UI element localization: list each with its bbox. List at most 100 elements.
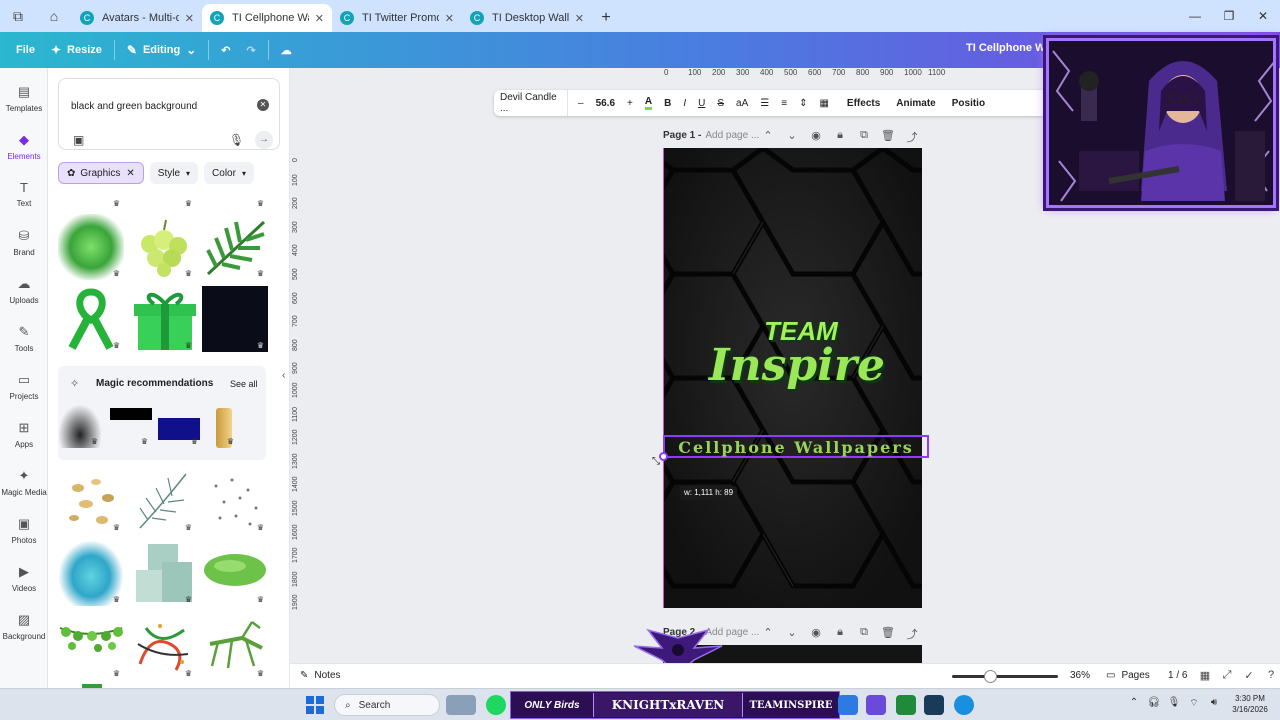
align-center-icon[interactable]: ☰	[754, 90, 775, 116]
papaya-graphic[interactable]: ♛	[202, 540, 268, 606]
graphics-chip[interactable]: ✿ Graphics ✕	[58, 162, 144, 184]
taskbar-search[interactable]: ⌕ Search	[334, 694, 440, 716]
duplicate-page-icon[interactable]: ⧉	[852, 626, 876, 642]
rail-item-text[interactable]: T Text	[0, 180, 48, 208]
style-chip[interactable]: Style ▾	[149, 162, 199, 184]
cloud-save-button[interactable]: ☁	[273, 36, 300, 64]
strikethrough-icon[interactable]: S	[711, 90, 730, 116]
palm-leaf-graphic[interactable]: ♛	[202, 214, 268, 280]
dark-texture-graphic[interactable]: ♛	[202, 286, 268, 352]
rail-item-brand[interactable]: ⛁ Brand	[0, 228, 48, 257]
resize-handle[interactable]	[659, 452, 668, 461]
chevron-down-icon[interactable]: ⌄	[780, 129, 804, 145]
mantis-graphic[interactable]: ♛	[202, 614, 268, 680]
page-1-canvas[interactable]: TEAM Inspire	[663, 148, 922, 608]
editing-mode-button[interactable]: ✎ Editing ⌄	[119, 36, 204, 64]
transparency-icon[interactable]: ▦	[813, 90, 834, 116]
rail-item-photos[interactable]: ▣ Photos	[0, 516, 48, 545]
rail-item-templates[interactable]: ▤ Templates	[0, 84, 48, 113]
bold-icon[interactable]: B	[658, 90, 677, 116]
redo-button[interactable]: ↷	[239, 36, 264, 64]
rail-item-apps[interactable]: ⊞ Apps	[0, 420, 48, 449]
browser-tab[interactable]: C TI Twitter Promo - ... ✕	[332, 4, 462, 32]
resize-button[interactable]: ✦ Resize	[43, 36, 110, 64]
browser-tab[interactable]: C Avatars - Multi-des... ✕	[72, 4, 202, 32]
text-color-icon[interactable]: A	[639, 90, 658, 116]
lock-icon[interactable]: 🔒︎	[828, 626, 852, 642]
zoom-value[interactable]: 36%	[1070, 670, 1090, 681]
dotted-sparkle-graphic[interactable]: ♛	[202, 468, 268, 534]
hide-page-icon[interactable]: ◉	[804, 626, 828, 642]
microphone-icon[interactable]: 🎙	[229, 133, 244, 147]
close-tab-icon[interactable]: ✕	[185, 12, 194, 25]
chevron-down-icon[interactable]: ⌄	[780, 626, 804, 642]
tab-actions-icon[interactable]: ⧉	[0, 0, 36, 32]
clear-search-icon[interactable]: ✕	[257, 99, 269, 111]
position-button[interactable]: Positio	[946, 90, 991, 116]
delete-page-icon[interactable]: 🗑︎	[876, 626, 900, 642]
widgets-icon[interactable]	[446, 695, 476, 715]
confetti-swirl-graphic[interactable]: ♛	[130, 614, 196, 680]
wifi-icon[interactable]: ⌔	[1184, 697, 1204, 710]
add-page-icon[interactable]: ⤴	[900, 626, 924, 642]
notes-button[interactable]: ✎ Notes	[300, 670, 341, 681]
steam-icon[interactable]	[924, 695, 944, 715]
italic-icon[interactable]: I	[677, 90, 692, 116]
rail-item-videos[interactable]: ▶ Videos	[0, 564, 48, 593]
hide-page-icon[interactable]: ◉	[804, 129, 828, 145]
animate-button[interactable]: Animate	[890, 90, 941, 116]
font-family-dropdown[interactable]: Devil Candle ...	[494, 90, 568, 116]
decrease-font-size-button[interactable]: –	[572, 90, 590, 116]
headset-icon[interactable]: 🎧︎	[1144, 697, 1164, 710]
graphic-result[interactable]: ♛	[202, 196, 268, 208]
ivy-garland-graphic[interactable]: ♛	[58, 614, 124, 680]
maximize-icon[interactable]: ❐	[1212, 0, 1246, 32]
app-icon[interactable]	[866, 695, 886, 715]
recommended-gold-frame[interactable]: ♛	[208, 404, 238, 448]
excel-icon[interactable]	[896, 695, 916, 715]
microphone-icon[interactable]: 🎙︎	[1164, 697, 1184, 710]
help-icon[interactable]: ?	[1260, 669, 1280, 682]
design-title[interactable]: TI Cellphone Wall	[966, 42, 1057, 54]
rail-item-background[interactable]: ▨ Background	[0, 612, 48, 641]
underline-icon[interactable]: U	[692, 90, 711, 116]
browser-tab[interactable]: C TI Desktop Wallpape... ✕	[462, 4, 592, 32]
rail-item-projects[interactable]: ▭ Projects	[0, 372, 48, 401]
start-icon[interactable]	[306, 696, 324, 714]
green-gift-graphic[interactable]: ♛	[130, 286, 196, 352]
green-ribbon-graphic[interactable]: ♛	[58, 286, 124, 352]
grid-view-icon[interactable]: ▦	[1194, 669, 1216, 682]
duplicate-page-icon[interactable]: ⧉	[852, 129, 876, 145]
gold-flakes-graphic[interactable]: ♛	[58, 468, 124, 534]
letter-case-icon[interactable]: aA	[730, 90, 754, 116]
color-chip[interactable]: Color ▾	[204, 162, 254, 184]
edge-browser-icon[interactable]	[954, 695, 974, 715]
remove-filter-icon[interactable]: ✕	[126, 168, 134, 179]
notepad-icon[interactable]	[838, 695, 858, 715]
font-size-input[interactable]: 56.6	[590, 90, 621, 116]
chevron-up-icon[interactable]: ⌃	[756, 626, 780, 642]
graphic-result[interactable]: ♛	[58, 196, 124, 208]
undo-button[interactable]: ↶	[213, 36, 238, 64]
file-menu-button[interactable]: File	[8, 36, 43, 64]
team-inspire-logo[interactable]: TEAM Inspire	[703, 306, 888, 406]
search-input[interactable]: black and green background	[71, 101, 197, 112]
delete-page-icon[interactable]: 🗑︎	[876, 129, 900, 145]
rail-item-elements[interactable]: ◆ Elements	[0, 132, 48, 161]
spacing-icon[interactable]: ⇕	[793, 90, 813, 116]
home-icon[interactable]: ⌂	[36, 0, 72, 32]
pages-button[interactable]: ▭ Pages	[1106, 670, 1150, 681]
zoom-slider-handle[interactable]	[984, 670, 997, 683]
recommended-black-bar[interactable]: ♛	[108, 404, 152, 448]
list-icon[interactable]: ≡	[775, 90, 793, 116]
increase-font-size-button[interactable]: +	[621, 90, 639, 116]
chevron-up-icon[interactable]: ⌃	[756, 129, 780, 145]
close-tab-icon[interactable]: ✕	[315, 12, 324, 25]
minimize-icon[interactable]: —	[1178, 0, 1212, 32]
selected-text-box[interactable]: Cellphone Wallpapers	[663, 435, 929, 458]
close-tab-icon[interactable]: ✕	[575, 12, 584, 25]
new-tab-button[interactable]: +	[592, 4, 620, 32]
recommended-blue-square[interactable]: ♛	[158, 404, 202, 448]
check-icon[interactable]: ✓	[1238, 669, 1260, 682]
rail-item-tools[interactable]: ✎ Tools	[0, 324, 48, 353]
